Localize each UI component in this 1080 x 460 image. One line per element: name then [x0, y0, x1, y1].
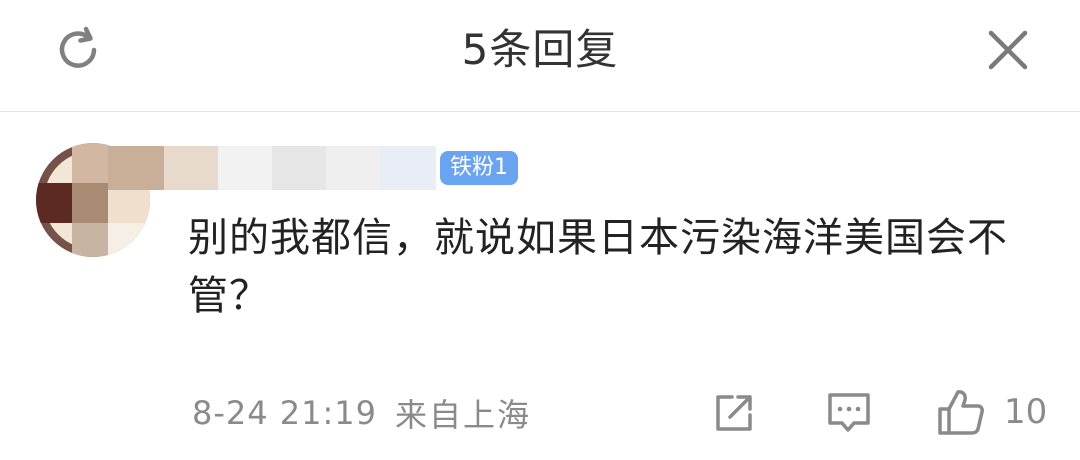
avatar-mosaic-block — [108, 223, 150, 257]
dialog-header: 5条回复 — [0, 0, 1080, 112]
avatar-mosaic-block — [72, 143, 108, 183]
username-mosaic-block — [108, 146, 164, 190]
username-row: 铁粉1 — [108, 143, 518, 193]
share-icon — [716, 395, 752, 431]
reply-icon — [828, 393, 870, 432]
username-mosaic-block — [380, 146, 436, 190]
username-mosaic-block — [326, 146, 380, 190]
avatar-mosaic-block — [72, 223, 108, 257]
share-button[interactable] — [712, 391, 756, 435]
username-mosaic[interactable] — [108, 146, 436, 190]
close-icon — [988, 30, 1028, 70]
comment-meta: 8-24 21:19 来自上海 — [192, 385, 531, 441]
close-button[interactable] — [980, 22, 1036, 78]
avatar-mosaic-block — [36, 183, 72, 223]
thumbs-up-icon — [938, 390, 984, 435]
avatar-mosaic-block — [72, 183, 108, 223]
username-mosaic-block — [218, 146, 272, 190]
reply-comment: 铁粉1 别的我都信，就说如果日本污染海洋美国会不管？ 8-24 21:19 来自… — [0, 113, 1080, 460]
fan-level-badge: 铁粉1 — [440, 151, 518, 185]
reply-button[interactable] — [826, 391, 872, 435]
comment-time: 8-24 21:19 — [192, 394, 378, 432]
username-mosaic-block — [272, 146, 326, 190]
like-button[interactable]: 10 — [936, 387, 1047, 437]
comment-location: 来自上海 — [395, 396, 532, 434]
username-mosaic-block — [164, 146, 218, 190]
dialog-title: 5条回复 — [461, 25, 619, 74]
comment-text: 别的我都信，就说如果日本污染海洋美国会不管？ — [188, 215, 1008, 319]
like-count: 10 — [1004, 392, 1048, 432]
